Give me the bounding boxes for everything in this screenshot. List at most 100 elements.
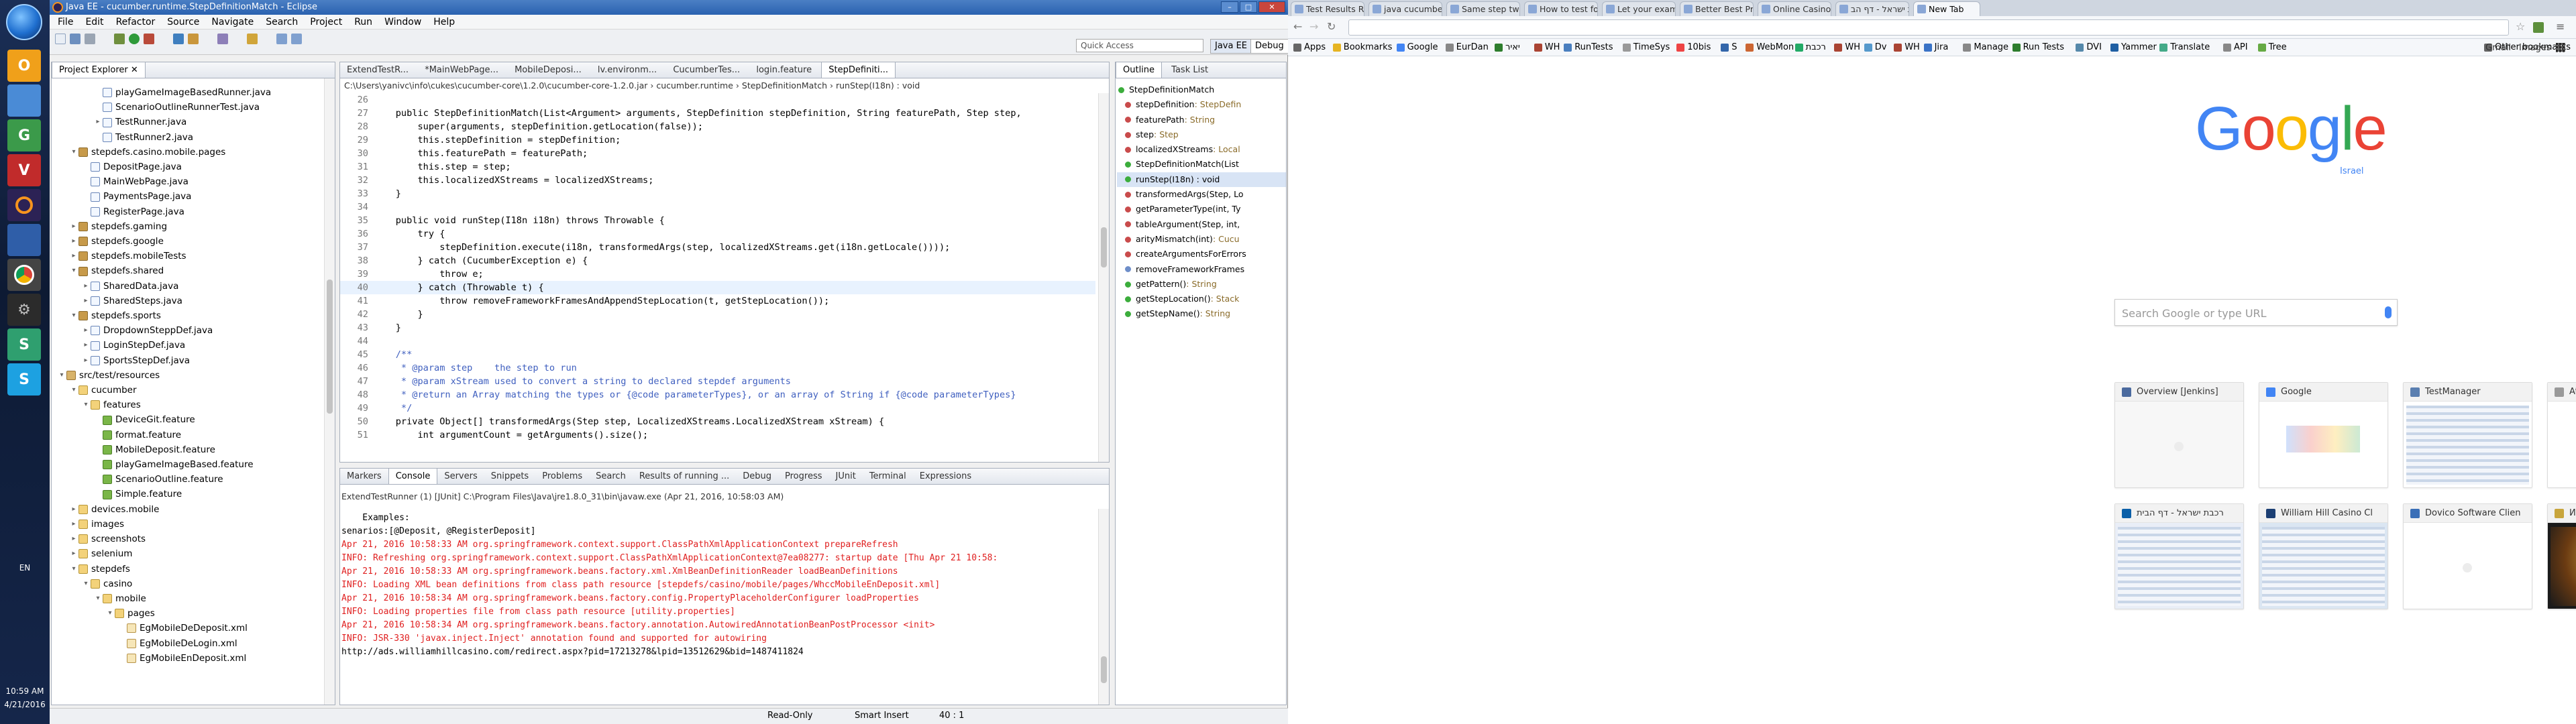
tab-login-feature[interactable]: login.feature [749, 62, 818, 78]
outline-item[interactable]: tableArgument(Step, int, [1117, 217, 1286, 232]
tree-item[interactable]: EgMobileDeDeposit.xml [52, 621, 324, 636]
tree-item[interactable]: ▸ screenshots [52, 532, 324, 546]
tab-task-list[interactable]: Task List [1165, 62, 1215, 78]
tree-item[interactable]: ScenarioOutline.feature [52, 472, 324, 487]
notepad-icon[interactable]: S [7, 328, 41, 361]
expand-twisty-icon[interactable]: ▾ [69, 263, 78, 278]
tree-item[interactable]: ▸ LoginStepDef.java [52, 338, 324, 353]
outline-item[interactable]: localizedXStreams : Local [1117, 142, 1286, 157]
maximize-button[interactable]: □ [1240, 1, 1257, 13]
menu-help[interactable]: Help [433, 15, 455, 29]
run-icon[interactable] [129, 34, 140, 44]
outline-item[interactable]: getParameterType(int, Ty [1117, 202, 1286, 217]
tree-item[interactable]: EgMobileDeLogin.xml [52, 636, 324, 651]
remote-desktop-icon[interactable] [7, 224, 41, 256]
git-icon[interactable]: G [7, 119, 41, 152]
breadcrumb-class[interactable]: StepDefinitionMatch [742, 80, 827, 90]
bookmark-item[interactable]: RunTests [1564, 39, 1613, 56]
expand-twisty-icon[interactable]: ▸ [81, 338, 91, 353]
quick-access-input[interactable]: Quick Access [1076, 39, 1203, 52]
bookmark-item[interactable]: Yammer [2110, 39, 2157, 56]
bookmark-item[interactable]: רכבת [1794, 39, 1826, 56]
menu-file[interactable]: File [58, 15, 73, 29]
new-icon[interactable] [55, 34, 66, 44]
next-annotation-icon[interactable] [247, 34, 258, 44]
forward-icon[interactable]: → [1309, 20, 1318, 33]
bookmark-item[interactable]: WH [1834, 39, 1860, 56]
most-visited-tile[interactable]: William Hill Casino Cl [2259, 503, 2388, 609]
browser-tab[interactable]: Online Casino Gam [1758, 1, 1831, 16]
console-tab[interactable]: Progress [778, 469, 828, 484]
tab-cucumbertest[interactable]: CucumberTes... [666, 62, 747, 78]
bookmark-item[interactable]: 10bis [1676, 39, 1711, 56]
microphone-icon[interactable] [2385, 306, 2392, 318]
console-tab[interactable]: Debug [736, 469, 778, 484]
expand-twisty-icon[interactable]: ▸ [69, 234, 78, 249]
expand-twisty-icon[interactable]: ▾ [81, 398, 91, 412]
apps-grid-icon[interactable] [2556, 43, 2565, 52]
expand-twisty-icon[interactable]: ▸ [69, 502, 78, 517]
menu-edit[interactable]: Edit [85, 15, 103, 29]
browser-tab[interactable]: Same step twice in [1446, 1, 1520, 16]
gmail-link[interactable]: Gmail [2485, 43, 2511, 53]
save-icon[interactable] [70, 34, 80, 44]
most-visited-tile[interactable]: Attenix Login [2547, 382, 2576, 488]
perspective-javaee[interactable]: Java EE [1210, 39, 1252, 54]
bookmark-item[interactable]: WH [1894, 39, 1920, 56]
tree-item[interactable]: ▸ devices.mobile [52, 502, 324, 517]
tree-item[interactable]: ▸ stepdefs.mobileTests [52, 249, 324, 263]
most-visited-tile[interactable]: TestManager [2403, 382, 2532, 488]
tab-project-explorer[interactable]: Project Explorer ✕ [52, 62, 146, 78]
expand-twisty-icon[interactable]: ▾ [69, 383, 78, 398]
bookmark-item[interactable]: Tree [2257, 39, 2287, 56]
outline-item[interactable]: stepDefinition : StepDefin [1117, 97, 1286, 112]
menu-window[interactable]: Window [384, 15, 421, 29]
expand-twisty-icon[interactable]: ▸ [93, 115, 103, 129]
browser-tab[interactable]: Better Best Practic [1680, 1, 1754, 16]
clock-time[interactable]: 10:59 AM [0, 686, 50, 696]
outline-item[interactable]: getStepLocation() : Stack [1117, 292, 1286, 306]
console-scrollbar[interactable] [1098, 509, 1109, 705]
expand-twisty-icon[interactable]: ▾ [69, 308, 78, 323]
tree-item[interactable]: MainWebPage.java [52, 174, 324, 189]
tree-item[interactable]: Simple.feature [52, 487, 324, 501]
expand-twisty-icon[interactable]: ▸ [69, 532, 78, 546]
bookmark-item[interactable]: WH [1534, 39, 1560, 56]
tree-item[interactable]: ▾ stepdefs.shared [52, 263, 324, 278]
language-indicator[interactable]: EN [0, 563, 50, 572]
tree-item[interactable]: ▸ TestRunner.java [52, 115, 324, 129]
search-input[interactable]: Search Google or type URL [2122, 307, 2267, 320]
outline-item[interactable]: createArgumentsForErrors [1117, 247, 1286, 261]
tree-item[interactable]: ▾ stepdefs [52, 562, 324, 577]
explorer-icon[interactable] [7, 84, 41, 117]
tree-item[interactable]: ▾ mobile [52, 591, 324, 606]
tree-item[interactable]: DeviceGit.feature [52, 412, 324, 427]
tree-item[interactable]: MobileDeposit.feature [52, 442, 324, 457]
images-link[interactable]: Images [2519, 43, 2551, 53]
breadcrumb-package[interactable]: cucumber.runtime [656, 80, 733, 90]
tree-item[interactable]: ▾ cucumber [52, 383, 324, 398]
bookmark-item[interactable]: TimeSys [1622, 39, 1670, 56]
outline-item[interactable]: arityMismatch(int) : Cucu [1117, 232, 1286, 247]
bookmark-item[interactable]: Manage [1963, 39, 2008, 56]
bookmark-item[interactable]: Bookmarks [1332, 39, 1392, 56]
extension-icon[interactable] [2533, 22, 2544, 33]
console-tab[interactable]: Results of running ... [633, 469, 736, 484]
close-button[interactable]: ✕ [1258, 1, 1285, 13]
tree-item[interactable]: ▾ features [52, 398, 324, 412]
bookmark-item[interactable]: S [1721, 39, 1737, 56]
tree-item[interactable]: ▸ stepdefs.google [52, 234, 324, 249]
expand-twisty-icon[interactable]: ▸ [81, 323, 91, 338]
bookmark-item[interactable]: Dv [1864, 39, 1887, 56]
back-icon[interactable] [276, 34, 287, 44]
console-tab[interactable]: Search [589, 469, 633, 484]
tree-item[interactable]: format.feature [52, 428, 324, 442]
eclipse-icon[interactable] [7, 189, 41, 221]
bookmark-item[interactable]: WebMon [1746, 39, 1794, 56]
back-icon[interactable]: ← [1293, 20, 1302, 33]
expand-twisty-icon[interactable]: ▾ [81, 577, 91, 591]
settings-icon[interactable]: ⚙ [7, 294, 41, 326]
outline-item[interactable]: step : Step [1117, 127, 1286, 142]
browser-tab[interactable]: רכבת ישראל - דף הב [1835, 1, 1909, 16]
tree-item[interactable]: PaymentsPage.java [52, 189, 324, 204]
